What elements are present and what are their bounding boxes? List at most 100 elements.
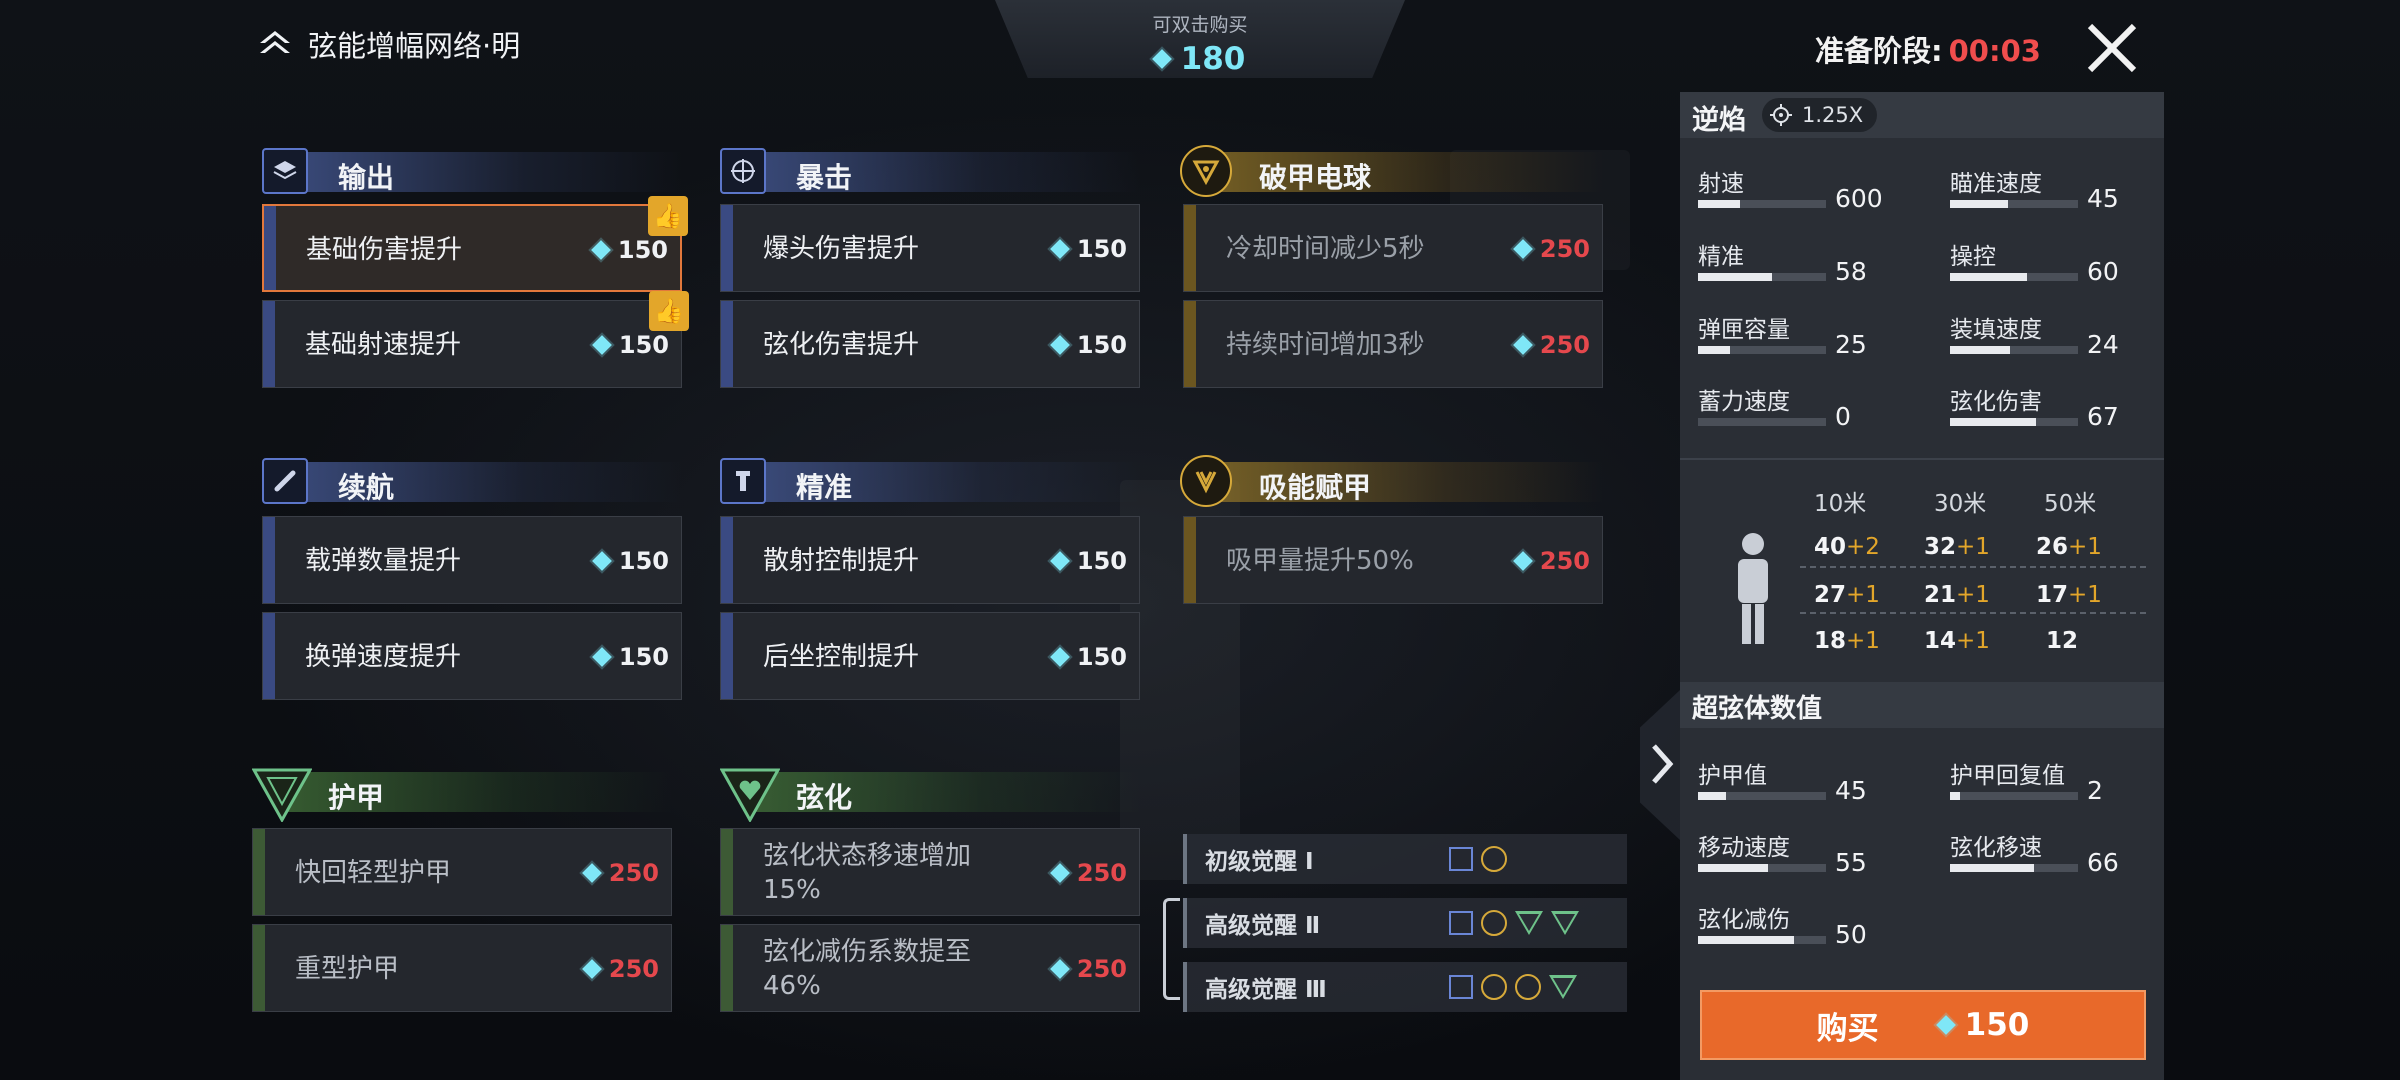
muzzle-icon bbox=[720, 458, 766, 504]
option-headshot-damage[interactable]: 爆头伤害提升 150 bbox=[720, 204, 1140, 292]
option-price: 150 bbox=[1076, 547, 1127, 575]
option-absorb-increase[interactable]: 吸甲量提升50% 250 bbox=[1183, 516, 1603, 604]
option-name: 爆头伤害提升 bbox=[763, 234, 920, 264]
awakening-name: 初级觉醒 Ⅰ bbox=[1205, 849, 1314, 875]
stat-armor-value: 护甲值 45 bbox=[1698, 763, 1867, 805]
super-string-header: 超弦体数值 bbox=[1680, 682, 2164, 728]
option-price: 150 bbox=[1076, 643, 1127, 671]
triangle-slot-icon bbox=[1549, 975, 1577, 999]
absorb-emblem-icon bbox=[1180, 455, 1232, 507]
stat-string-damage-reduction: 弦化减伤 50 bbox=[1698, 907, 1867, 949]
gem-icon bbox=[581, 959, 602, 979]
option-string-damage-reduction[interactable]: 弦化减伤系数提至 46% 250 bbox=[720, 924, 1140, 1012]
close-icon[interactable] bbox=[2082, 18, 2142, 78]
option-price: 150 bbox=[618, 331, 669, 359]
option-name: 重型护甲 bbox=[295, 954, 400, 984]
double-click-hint: 可双击购买 bbox=[1152, 14, 1248, 36]
option-base-damage[interactable]: 基础伤害提升 150 👍 bbox=[262, 196, 688, 292]
option-string-damage[interactable]: 弦化伤害提升 150 bbox=[720, 300, 1140, 388]
gem-icon bbox=[1512, 239, 1533, 259]
option-spread-control[interactable]: 散射控制提升 150 bbox=[720, 516, 1140, 604]
gem-icon bbox=[591, 551, 612, 571]
category-string: 弦化 bbox=[720, 768, 1140, 822]
layers-icon bbox=[262, 148, 308, 194]
gem-icon bbox=[1049, 959, 1070, 979]
option-fast-light-armor[interactable]: 快回轻型护甲 250 bbox=[252, 828, 672, 916]
category-output: 输出 bbox=[262, 148, 682, 198]
scope-zoom-badge: 1.25X bbox=[1762, 98, 1878, 132]
stat-move-speed: 移动速度 55 bbox=[1698, 835, 1867, 877]
option-heavy-armor[interactable]: 重型护甲 250 bbox=[252, 924, 672, 1012]
category-label: 输出 bbox=[338, 161, 395, 194]
option-name: 载弹数量提升 bbox=[305, 546, 462, 576]
body-figure-icon bbox=[1738, 533, 1768, 644]
thumbs-up-icon: 👍 bbox=[649, 291, 689, 331]
option-name-line1: 弦化减伤系数提至 bbox=[763, 937, 972, 967]
option-name: 冷却时间减少5秒 bbox=[1226, 234, 1425, 264]
option-price: 150 bbox=[617, 236, 668, 264]
category-sustain: 续航 bbox=[262, 458, 682, 508]
prep-phase-timer: 准备阶段: 00:03 bbox=[1815, 28, 2041, 70]
network-icon bbox=[260, 31, 290, 53]
currency-display: 可双击购买 180 bbox=[995, 0, 1405, 78]
stat-string-move-speed: 弦化移速 66 bbox=[1950, 835, 2119, 877]
gem-icon bbox=[1151, 49, 1172, 69]
option-string-move-speed[interactable]: 弦化状态移速增加 15% 250 bbox=[720, 828, 1140, 916]
category-crit: 暴击 bbox=[720, 148, 1140, 198]
stat-bar-fill bbox=[1698, 346, 1730, 354]
weapon-name: 逆焰 bbox=[1692, 105, 1746, 136]
stat-reload: 装填速度 24 bbox=[1950, 317, 2119, 359]
gem-icon bbox=[1049, 551, 1070, 571]
option-duration-increase[interactable]: 持续时间增加3秒 250 bbox=[1183, 300, 1603, 388]
weapon-stats-panel: 逆焰 1.25X 射速 600 瞄准速度 45 精准 58 操控 60 弹匣容量 25 装… bbox=[1680, 92, 2164, 1080]
page-title: 弦能增幅网络·明 bbox=[258, 22, 520, 66]
damage-legs-50m: 12 bbox=[2046, 628, 2079, 654]
option-reload-speed[interactable]: 换弹速度提升 150 bbox=[262, 612, 682, 700]
buy-button[interactable]: 购买 150 bbox=[1700, 990, 2146, 1060]
category-armor-break-orb: 破甲电球 bbox=[1180, 145, 1603, 198]
option-name-line2: 46% bbox=[763, 971, 821, 1001]
stat-bar-fill bbox=[1950, 200, 2008, 208]
category-label: 护甲 bbox=[328, 781, 385, 814]
stat-bar-fill bbox=[1950, 864, 2035, 872]
option-base-firerate[interactable]: 基础射速提升 150 👍 bbox=[262, 291, 689, 388]
crosshair-icon bbox=[720, 148, 766, 194]
prep-phase-label: 准备阶段: bbox=[1815, 34, 1943, 68]
heart-shield-icon bbox=[720, 768, 780, 822]
stat-bar-track bbox=[1950, 864, 2078, 872]
category-label: 精准 bbox=[796, 471, 853, 504]
option-price: 150 bbox=[1076, 331, 1127, 359]
orb-emblem-icon bbox=[1180, 145, 1232, 197]
option-name: 基础射速提升 bbox=[305, 330, 462, 360]
triangle-slot-icon bbox=[1551, 911, 1579, 935]
circle-slot-icon bbox=[1515, 974, 1541, 1000]
stat-bar-track bbox=[1950, 200, 2078, 208]
stat-bar-track bbox=[1698, 864, 1826, 872]
option-ammo-capacity[interactable]: 载弹数量提升 150 bbox=[262, 516, 682, 604]
option-name-line1: 弦化状态移速增加 bbox=[763, 841, 972, 871]
category-label: 续航 bbox=[338, 471, 395, 504]
damage-head-50m: 26+1 bbox=[2036, 534, 2102, 560]
stat-bar-fill bbox=[1698, 200, 1741, 208]
gem-icon bbox=[581, 863, 602, 883]
stat-bar-track bbox=[1698, 792, 1826, 800]
zoom-value: 1.25X bbox=[1802, 103, 1864, 127]
option-name: 换弹速度提升 bbox=[305, 642, 462, 672]
damage-head-30m: 32+1 bbox=[1924, 534, 1990, 560]
gem-icon bbox=[1049, 335, 1070, 355]
stat-bar-fill bbox=[1950, 792, 1961, 800]
range-label: 50米 bbox=[2044, 491, 2097, 517]
gem-icon bbox=[1935, 1015, 1956, 1035]
currency-amount: 180 bbox=[1180, 41, 1246, 77]
option-cooldown-reduce[interactable]: 冷却时间减少5秒 250 bbox=[1183, 204, 1603, 292]
chevron-right-icon[interactable] bbox=[1650, 742, 1674, 786]
option-price: 150 bbox=[1076, 235, 1127, 263]
stat-armor-regen: 护甲回复值 2 bbox=[1950, 763, 2103, 805]
option-recoil-control[interactable]: 后坐控制提升 150 bbox=[720, 612, 1140, 700]
prep-phase-time: 00:03 bbox=[1948, 34, 2041, 68]
gem-icon bbox=[1512, 335, 1533, 355]
option-name: 后坐控制提升 bbox=[763, 642, 920, 672]
category-accuracy: 精准 bbox=[720, 458, 1140, 508]
awakening-name: 高级觉醒 Ⅲ bbox=[1205, 977, 1327, 1003]
option-price: 250 bbox=[1539, 331, 1590, 359]
